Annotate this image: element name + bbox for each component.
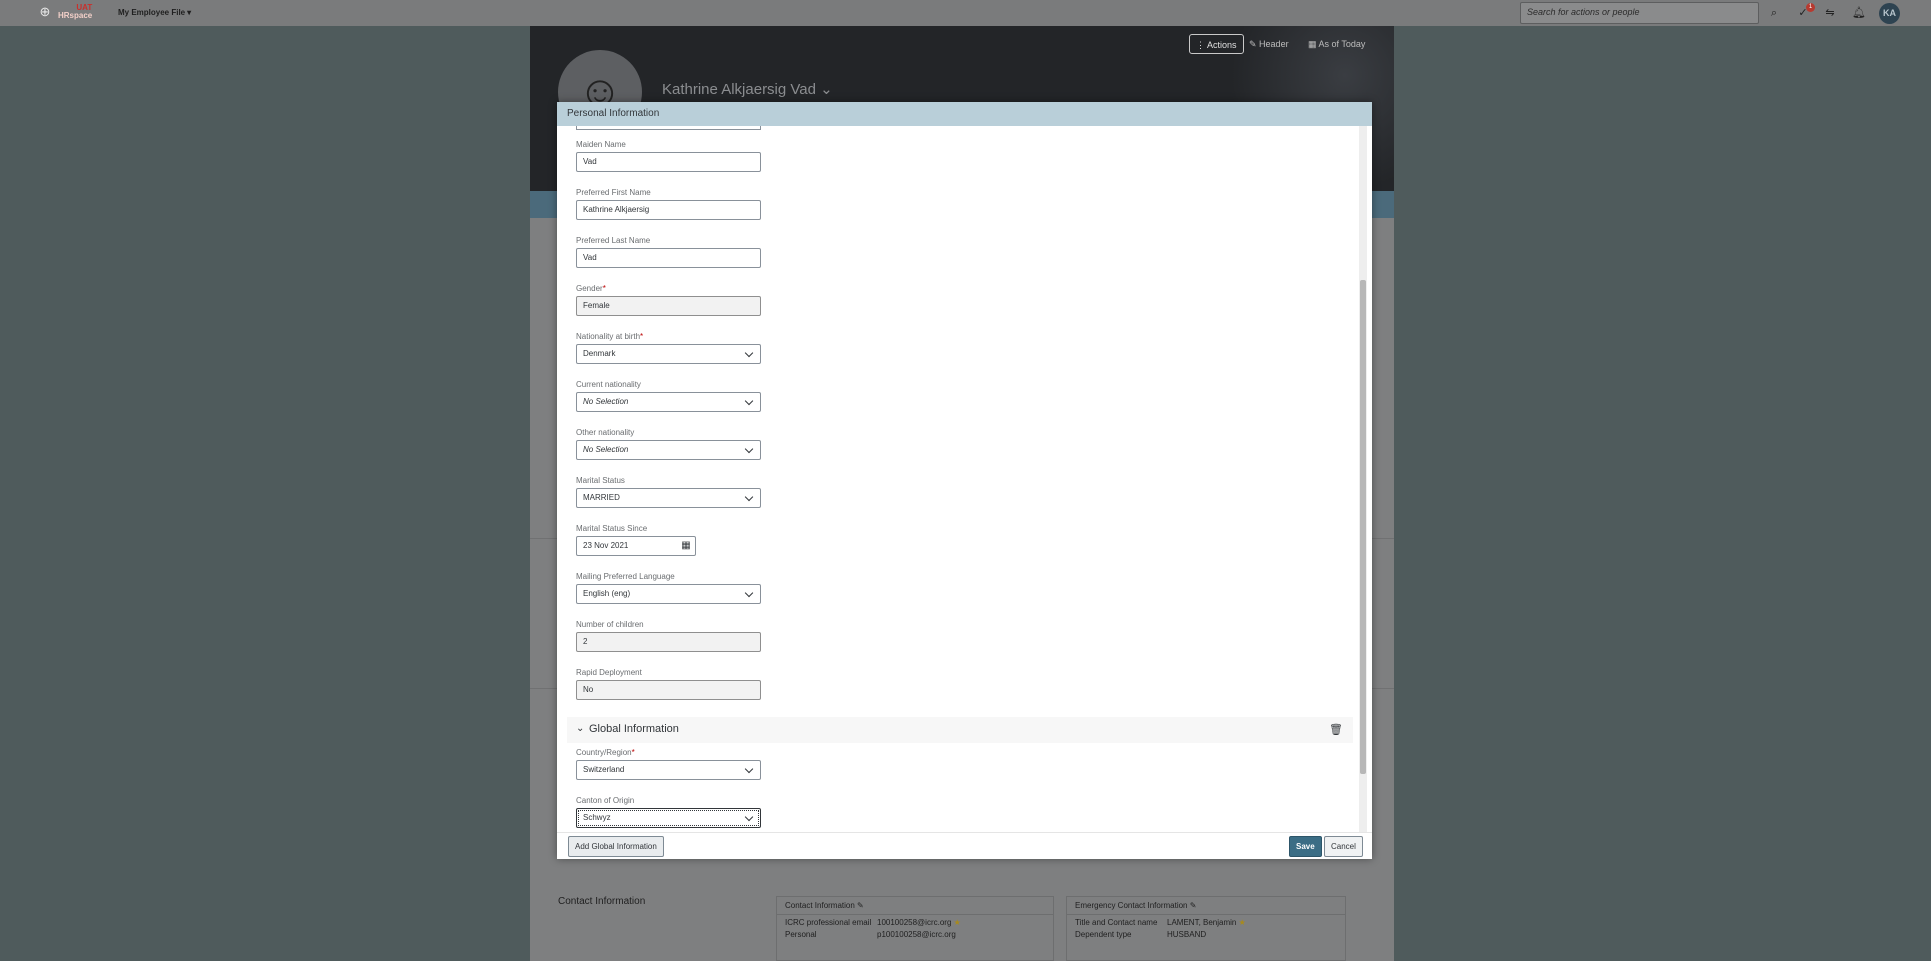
mailing-language-field: Mailing Preferred Language English (eng) [576, 572, 761, 604]
list-item: Dependent type HUSBAND [1075, 930, 1207, 939]
shell-bar: ⊕ UAT HRspace My Employee File ▾ Search f… [0, 0, 1931, 26]
field-label: Country/Region [576, 748, 632, 757]
global-information-group-header[interactable]: ⌄ Global Information 🗑︎ [567, 717, 1353, 743]
primary-star-icon: ★ [953, 918, 961, 927]
emergency-contact-card: Emergency Contact Information ✎ Title an… [1066, 896, 1346, 961]
user-avatar[interactable]: KA [1879, 3, 1900, 24]
nationality-at-birth-field: Nationality at birth* Denmark [576, 332, 761, 364]
cancel-button[interactable]: Cancel [1324, 836, 1363, 857]
app-menu-button[interactable]: My Employee File ▾ [118, 8, 191, 17]
contact-card-title: Contact Information [785, 901, 855, 910]
save-button[interactable]: Save [1289, 836, 1322, 857]
current-nationality-select[interactable]: No Selection [576, 392, 761, 412]
add-global-information-button[interactable]: Add Global Information [568, 836, 664, 857]
contact-information-card: Contact Information ✎ ICRC professional … [776, 896, 1054, 961]
search-icon[interactable]: ⌕ [1766, 5, 1782, 21]
date-value: 23 Nov 2021 [583, 541, 629, 550]
global-information-title: Global Information [589, 723, 679, 735]
rapid-deployment-input[interactable]: No [576, 680, 761, 700]
contact-section-title: Contact Information [558, 896, 646, 907]
marital-status-since-field: Marital Status Since 23 Nov 2021 ▦ [576, 524, 696, 556]
mailing-language-select[interactable]: English (eng) [576, 584, 761, 604]
pencil-icon[interactable]: ✎ [857, 901, 864, 910]
required-marker: * [640, 332, 644, 341]
country-region-field: Country/Region* Switzerland [576, 748, 761, 780]
maiden-name-input[interactable]: Vad [576, 152, 761, 172]
chevron-down-icon[interactable]: ⌄ [576, 723, 584, 734]
field-label: Maiden Name [576, 140, 626, 149]
field-label: Other nationality [576, 428, 635, 437]
trash-icon[interactable]: 🗑︎ [1329, 723, 1343, 736]
emergency-card-title: Emergency Contact Information [1075, 901, 1188, 910]
field-label: Mailing Preferred Language [576, 572, 675, 581]
calendar-icon[interactable]: ▦ [680, 540, 692, 552]
notification-count-badge: 1 [1806, 3, 1815, 12]
gender-input[interactable]: Female [576, 296, 761, 316]
other-nationality-select[interactable]: No Selection [576, 440, 761, 460]
field-label: Canton of Origin [576, 796, 635, 805]
field-label: Nationality at birth [576, 332, 641, 341]
search-input[interactable]: Search for actions or people [1520, 2, 1759, 24]
number-of-children-field: Number of children 2 [576, 620, 761, 652]
canton-of-origin-select[interactable]: Schwyz [576, 808, 761, 828]
field-label: Preferred First Name [576, 188, 651, 197]
field-label: Preferred Last Name [576, 236, 651, 245]
marital-status-select[interactable]: MARRIED [576, 488, 761, 508]
previous-field-input[interactable] [576, 126, 761, 130]
country-region-select[interactable]: Switzerland [576, 760, 761, 780]
actions-button[interactable]: ⋮ Actions [1189, 34, 1244, 54]
dialog-title: Personal Information [557, 102, 1372, 126]
preferred-first-name-field: Preferred First Name Kathrine Alkjaersig [576, 188, 761, 220]
employee-name[interactable]: Kathrine Alkjaersig Vad ⌄ [662, 80, 833, 98]
preferred-first-name-input[interactable]: Kathrine Alkjaersig [576, 200, 761, 220]
brand-name: HRspace [58, 11, 93, 20]
caret-down-icon: ▾ [187, 8, 192, 17]
preferred-last-name-field: Preferred Last Name Vad [576, 236, 761, 268]
hrspace-logo[interactable]: ⊕ UAT HRspace [36, 3, 93, 21]
bell-icon[interactable]: 🔔︎ [1851, 5, 1867, 21]
app-menu-label: My Employee File [118, 8, 186, 17]
field-label: Gender [576, 284, 603, 293]
scrollbar-thumb[interactable] [1360, 280, 1366, 774]
canton-of-origin-field: Canton of Origin Schwyz [576, 796, 761, 828]
field-label: Current nationality [576, 380, 641, 389]
marital-status-field: Marital Status MARRIED [576, 476, 761, 508]
pencil-icon[interactable]: ✎ [1190, 901, 1197, 910]
gender-field: Gender* Female [576, 284, 761, 316]
header-button[interactable]: ✎ Header [1243, 34, 1295, 54]
marital-status-since-datepicker[interactable]: 23 Nov 2021 ▦ [576, 536, 696, 556]
required-marker: * [602, 284, 606, 293]
field-label: Marital Status Since [576, 524, 648, 533]
list-item: Title and Contact name LAMENT, Benjamin ★ [1075, 918, 1246, 927]
dialog-scroll-area[interactable]: Maiden Name Vad Preferred First Name Kat… [557, 126, 1372, 832]
icrc-emblem-icon: ⊕ [39, 4, 51, 19]
primary-star-icon: ★ [1238, 918, 1246, 927]
personal-information-dialog: Personal Information Maiden Name Vad Pre… [557, 102, 1372, 859]
number-of-children-input[interactable]: 2 [576, 632, 761, 652]
as-of-today-button[interactable]: ▦ As of Today [1302, 34, 1371, 54]
field-label: Number of children [576, 620, 644, 629]
field-label: Rapid Deployment [576, 668, 642, 677]
preferred-last-name-input[interactable]: Vad [576, 248, 761, 268]
help-icon[interactable]: ⇋ [1822, 5, 1838, 21]
list-item: Personal p100100258@icrc.org [785, 930, 956, 939]
current-nationality-field: Current nationality No Selection [576, 380, 761, 412]
maiden-name-field: Maiden Name Vad [576, 140, 761, 172]
dialog-footer: Add Global Information Save Cancel [557, 832, 1372, 859]
other-nationality-field: Other nationality No Selection [576, 428, 761, 460]
rapid-deployment-field: Rapid Deployment No [576, 668, 761, 700]
nationality-at-birth-select[interactable]: Denmark [576, 344, 761, 364]
required-marker: * [631, 748, 635, 757]
list-item: ICRC professional email 100100258@icrc.or… [785, 918, 961, 927]
field-label: Marital Status [576, 476, 625, 485]
